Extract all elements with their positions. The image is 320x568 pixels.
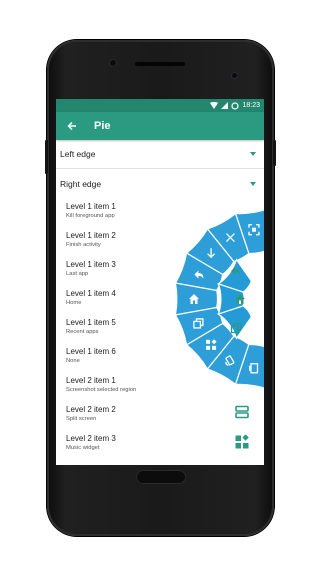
status-time: 18:23 <box>242 102 260 109</box>
item-subtitle: Recent apps <box>66 329 99 335</box>
list-item[interactable]: Level 1 item 1 Kill foreground app <box>66 202 116 220</box>
wifi-icon <box>210 102 219 109</box>
item-subtitle: None <box>66 358 80 364</box>
list-item[interactable]: Level 1 item 6 None <box>66 347 116 365</box>
left-edge-label: Left edge <box>60 149 96 159</box>
status-bar: 18:23 <box>56 99 264 112</box>
item-title: Level 2 item 1 <box>66 376 116 385</box>
app-bar: Pie <box>56 112 264 140</box>
power-button <box>273 140 276 166</box>
signal-icon <box>221 102 229 109</box>
list-item[interactable]: Level 1 item 2 Finish activity <box>66 231 116 249</box>
earpiece <box>135 62 185 66</box>
item-title: Level 1 item 4 <box>66 289 116 298</box>
item-subtitle: Music widget <box>66 445 100 451</box>
item-title: Level 1 item 6 <box>66 347 116 356</box>
list-item[interactable]: Level 2 item 1 Screenshot selected regio… <box>66 376 136 394</box>
screen: 18:23 Pie Left edge Right edge Level 1 i… <box>56 99 264 465</box>
list-item[interactable]: Level 1 item 4 Home <box>66 289 116 307</box>
item-subtitle: Kill foreground app <box>66 213 115 219</box>
back-arrow-icon[interactable] <box>64 118 80 134</box>
item-title: Level 1 item 1 <box>66 202 116 211</box>
right-edge-dropdown[interactable]: Right edge <box>56 169 264 198</box>
item-subtitle: Last app <box>66 271 89 277</box>
list-item[interactable]: Level 1 item 5 Recent apps <box>66 318 116 336</box>
item-title: Level 2 item 3 <box>66 434 116 443</box>
item-subtitle: Screenshot selected region <box>66 387 137 393</box>
home-hardware-button[interactable] <box>136 470 186 484</box>
list-item[interactable]: Level 2 item 3 Music widget <box>66 434 116 452</box>
chevron-down-icon <box>250 181 256 186</box>
item-title: Level 2 item 2 <box>66 405 116 414</box>
split-screen-icon <box>235 405 249 419</box>
item-subtitle: Home <box>66 300 82 306</box>
volume-button <box>45 140 48 174</box>
right-edge-label: Right edge <box>60 178 102 189</box>
item-title: Level 1 item 3 <box>66 260 116 269</box>
list-item[interactable]: Level 2 item 2 Split screen <box>66 405 116 423</box>
front-camera <box>110 60 116 66</box>
chevron-down-icon <box>250 152 256 156</box>
item-subtitle: Finish activity <box>66 242 101 248</box>
battery-icon <box>231 101 240 110</box>
item-subtitle: Split screen <box>66 416 97 422</box>
page-title: Pie <box>94 120 111 132</box>
item-title: Level 1 item 2 <box>66 231 116 240</box>
left-edge-dropdown[interactable]: Left edge <box>56 140 264 169</box>
list-item[interactable]: Level 1 item 3 Last app <box>66 260 116 278</box>
widgets-icon <box>235 434 249 449</box>
item-title: Level 1 item 5 <box>66 318 116 327</box>
sensor <box>232 73 237 78</box>
